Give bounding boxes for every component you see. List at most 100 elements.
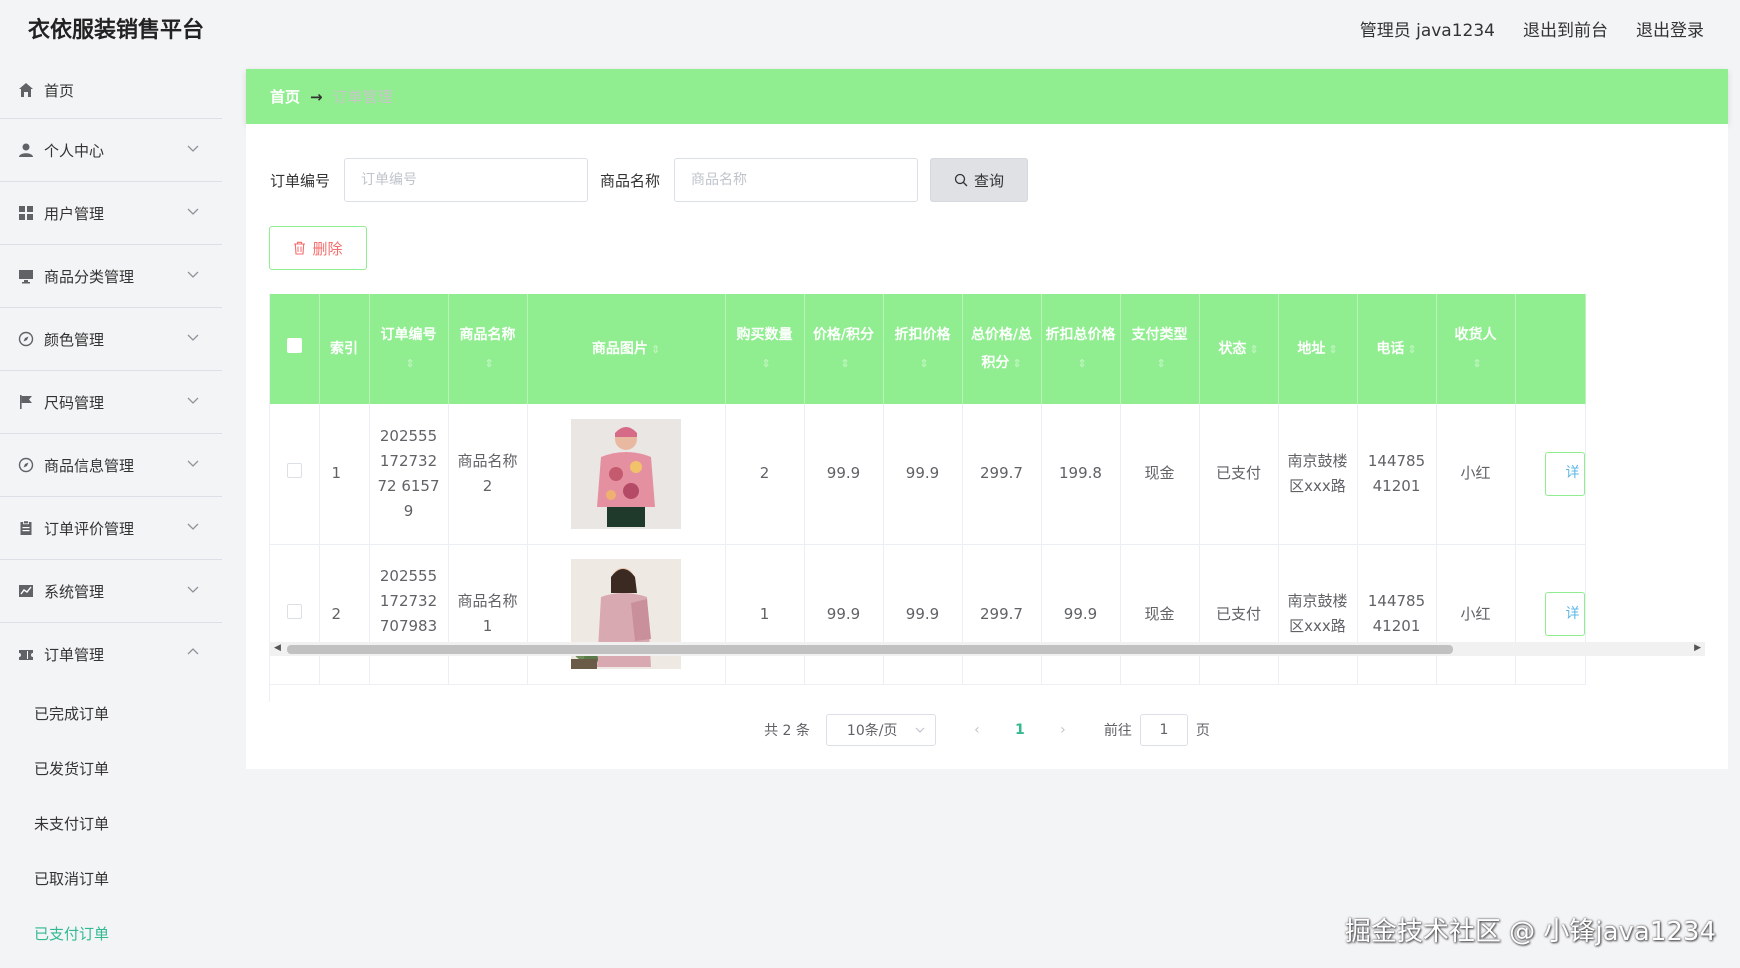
sidebar-item-order-management[interactable]: 订单管理 [0, 623, 222, 686]
sort-icon[interactable]: ⇕ [1328, 343, 1337, 356]
submenu-shipped-orders[interactable]: 已发货订单 [0, 741, 222, 796]
user-icon [16, 140, 36, 160]
cell-phone: 14478541201 [1357, 544, 1437, 685]
sidebar-item-category-management[interactable]: 商品分类管理 [0, 245, 222, 308]
cell-discount-price: 99.9 [883, 404, 963, 545]
scrollbar-thumb[interactable] [287, 645, 1453, 654]
page-size-select[interactable]: 10条/页 [825, 714, 936, 746]
row-checkbox[interactable] [286, 603, 302, 619]
chevron-down-icon [187, 145, 199, 152]
breadcrumb: 首页 → 订单管理 [246, 69, 1728, 124]
sort-icon[interactable]: ⇕ [761, 357, 770, 370]
sidebar-item-label: 商品分类管理 [44, 267, 135, 286]
cell-image [527, 404, 726, 545]
watermark: 掘金技术社区 @ 小锋java1234 [1344, 917, 1716, 947]
column-header[interactable]: 折扣价格 ⇕ [883, 294, 963, 404]
cell-discount-total: 199.8 [1041, 404, 1121, 545]
column-header[interactable]: 购买数量 ⇕ [725, 294, 805, 404]
submenu-paid-orders[interactable]: 已支付订单 [0, 906, 222, 961]
sort-icon[interactable]: ⇕ [1407, 343, 1416, 356]
row-checkbox[interactable] [286, 463, 302, 479]
scroll-left-icon[interactable]: ◀ [274, 643, 281, 653]
order-no-input[interactable] [344, 158, 589, 202]
select-all-checkbox[interactable] [286, 338, 302, 353]
cell-discount-total: 99.9 [1041, 544, 1121, 685]
column-header[interactable]: 状态 ⇕ [1199, 294, 1279, 404]
sidebar-item-label: 订单管理 [44, 646, 105, 664]
sidebar-item-home[interactable]: 首页 [0, 62, 222, 119]
ticket-icon [16, 645, 36, 665]
sort-icon[interactable]: ⇕ [1156, 357, 1165, 370]
pagination: 共 2 条 10条/页 ‹ 1 › 前往 页 [246, 714, 1728, 746]
cell-total: 299.7 [962, 404, 1042, 545]
scroll-right-icon[interactable]: ▶ [1694, 643, 1701, 653]
monitor-icon [16, 266, 36, 286]
sort-icon[interactable]: ⇕ [1012, 357, 1021, 370]
sort-icon[interactable]: ⇕ [651, 343, 660, 356]
cell-index: 2 [319, 544, 370, 685]
flag-icon [16, 392, 36, 412]
page-number-current[interactable]: 1 [992, 722, 1048, 738]
horizontal-scrollbar[interactable]: ◀ ▶ [269, 642, 1705, 656]
prev-page-button[interactable]: ‹ [962, 722, 992, 738]
sidebar-item-size-management[interactable]: 尺码管理 [0, 371, 222, 434]
cell-actions: 详 [1515, 544, 1586, 685]
sidebar-item-color-management[interactable]: 颜色管理 [0, 308, 222, 371]
admin-user-link[interactable]: 管理员 java1234 [1360, 16, 1495, 41]
submenu-unpaid-orders[interactable]: 未支付订单 [0, 796, 222, 851]
cell-image [527, 544, 726, 685]
cell-product: 商品名称2 [448, 404, 528, 545]
breadcrumb-separator: → [310, 87, 323, 106]
column-header[interactable]: 折扣总价格⇕ [1041, 294, 1121, 404]
sidebar-item-user-management[interactable]: 用户管理 [0, 182, 222, 245]
next-page-button[interactable]: › [1048, 722, 1078, 738]
cell-address: 南京鼓楼区xxx路 [1278, 404, 1358, 545]
breadcrumb-home[interactable]: 首页 [270, 86, 300, 107]
query-button[interactable]: 查询 [930, 158, 1029, 202]
column-header[interactable]: 商品名称 ⇕ [448, 294, 528, 404]
sort-icon[interactable]: ⇕ [1249, 343, 1258, 356]
sidebar: 首页 个人中心 用户管理 商品分类管理 颜色管理 尺码管理 商品信息管理 订单评… [0, 62, 222, 961]
sidebar-item-personal-center[interactable]: 个人中心 [0, 119, 222, 182]
actions-header [1515, 294, 1586, 404]
column-header[interactable]: 索引 [319, 294, 370, 404]
top-actions: 管理员 java1234 退出到前台 退出登录 [1360, 16, 1704, 41]
column-header[interactable]: 总价格/总积分 ⇕ [962, 294, 1042, 404]
logout-link[interactable]: 退出登录 [1636, 16, 1704, 41]
sidebar-item-label: 商品信息管理 [44, 456, 135, 475]
column-header[interactable]: 收货人 ⇕ [1436, 294, 1516, 404]
sort-icon[interactable]: ⇕ [1077, 357, 1086, 370]
sidebar-item-label: 个人中心 [44, 141, 105, 160]
product-name-input[interactable] [674, 158, 919, 202]
sidebar-item-label: 订单评价管理 [44, 519, 135, 538]
sidebar-item-system-management[interactable]: 系统管理 [0, 560, 222, 623]
exit-to-front-link[interactable]: 退出到前台 [1523, 16, 1608, 41]
cell-qty: 1 [725, 544, 805, 685]
cell-receiver: 小红 [1436, 404, 1516, 545]
chevron-down-icon [187, 523, 199, 530]
sidebar-item-product-info-management[interactable]: 商品信息管理 [0, 434, 222, 497]
detail-button[interactable]: 详 [1544, 451, 1585, 496]
sort-icon[interactable]: ⇕ [840, 357, 849, 370]
goto-page-input[interactable] [1139, 714, 1188, 746]
total-count: 共 2 条 [764, 723, 810, 739]
sort-icon[interactable]: ⇕ [919, 357, 928, 370]
sort-icon[interactable]: ⇕ [1472, 357, 1481, 370]
column-header[interactable]: 地址 ⇕ [1278, 294, 1358, 404]
sort-icon[interactable]: ⇕ [484, 357, 493, 370]
detail-button[interactable]: 详 [1544, 592, 1585, 636]
sort-icon[interactable]: ⇕ [405, 357, 414, 370]
column-header[interactable]: 支付类型 ⇕ [1120, 294, 1200, 404]
delete-button[interactable]: 删除 [269, 226, 367, 270]
breadcrumb-current: 订单管理 [332, 88, 393, 106]
submenu-completed-orders[interactable]: 已完成订单 [0, 686, 222, 741]
column-header[interactable]: 电话 ⇕ [1357, 294, 1437, 404]
cell-index: 1 [319, 404, 370, 545]
column-header[interactable]: 订单编号 ⇕ [369, 294, 449, 404]
search-icon [954, 173, 968, 187]
sidebar-item-order-review-management[interactable]: 订单评价管理 [0, 497, 222, 560]
column-header[interactable]: 价格/积分⇕ [804, 294, 884, 404]
cell-order-no: 2025551727327079832 [369, 544, 449, 685]
column-header[interactable]: 商品图片 ⇕ [527, 294, 726, 404]
submenu-cancelled-orders[interactable]: 已取消订单 [0, 851, 222, 906]
